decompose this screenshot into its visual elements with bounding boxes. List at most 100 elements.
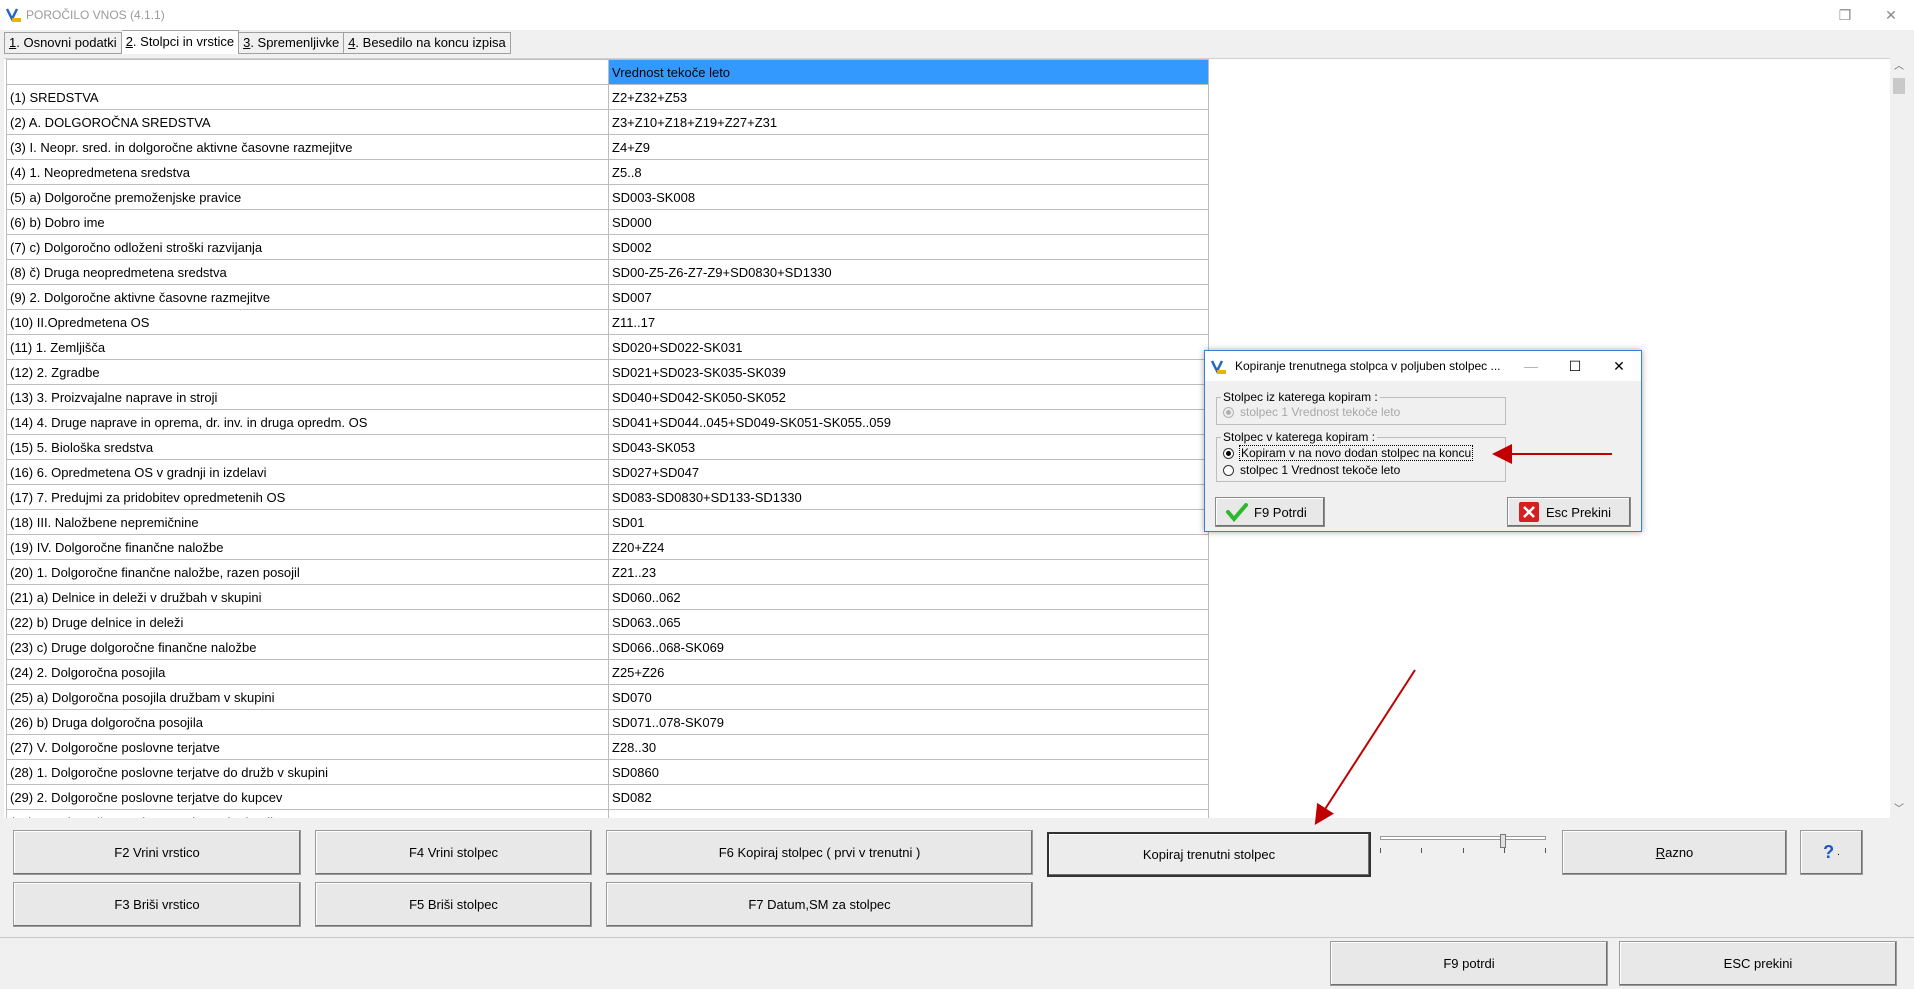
target-option-new-column[interactable]: Kopiram v na novo dodan stolpec na koncu	[1223, 445, 1474, 461]
row-label-cell[interactable]: (13) 3. Proizvajalne naprave in stroji	[6, 384, 609, 410]
formula-cell[interactable]: SD020+SD022-SK031	[608, 334, 1209, 360]
table-row[interactable]: (5) a) Dolgoročne premoženjske pravice SD…	[6, 184, 1209, 210]
table-row[interactable]: (21) a) Delnice in deleži v družbah v sk…	[6, 584, 1209, 610]
table-row[interactable]: (9) 2. Dolgoročne aktivne časovne razmej…	[6, 284, 1209, 310]
table-row[interactable]: (15) 5. Biološka sredstva SD043-SK053	[6, 434, 1209, 460]
row-label-cell[interactable]: (4) 1. Neopredmetena sredstva	[6, 159, 609, 185]
formula-cell[interactable]: SD070	[608, 684, 1209, 710]
row-label-cell[interactable]: (28) 1. Dolgoročne poslovne terjatve do …	[6, 759, 609, 785]
formula-cell[interactable]: SD083-SD0830+SD133-SD1330	[608, 484, 1209, 510]
formula-cell[interactable]: SD00-Z5-Z6-Z7-Z9+SD0830+SD1330	[608, 259, 1209, 285]
formula-cell[interactable]: Z11..17	[608, 309, 1209, 335]
column-header-current-year[interactable]: Vrednost tekoče leto	[608, 59, 1209, 85]
cancel-button[interactable]: ESC prekini	[1619, 941, 1897, 986]
table-row[interactable]: (20) 1. Dolgoročne finančne naložbe, raz…	[6, 559, 1209, 585]
formula-cell[interactable]: Z5..8	[608, 159, 1209, 185]
formula-cell[interactable]: SD007	[608, 284, 1209, 310]
row-label-cell[interactable]: (17) 7. Predujmi za pridobitev opredmete…	[6, 484, 609, 510]
dialog-minimize-button[interactable]: —	[1509, 351, 1553, 381]
row-label-cell[interactable]: (7) c) Dolgoročno odloženi stroški razvi…	[6, 234, 609, 260]
table-row[interactable]: (18) III. Naložbene nepremičnine SD01	[6, 509, 1209, 535]
formula-cell[interactable]: SD063..065	[608, 609, 1209, 635]
formula-cell[interactable]: SD08-SD0860-SD082	[608, 809, 1209, 818]
tab-variables[interactable]: 3. Spremenljivke	[239, 32, 345, 54]
formula-cell[interactable]: SD071..078-SK079	[608, 709, 1209, 735]
row-label-cell[interactable]: (6) b) Dobro ime	[6, 209, 609, 235]
formula-cell[interactable]: Z2+Z32+Z53	[608, 84, 1209, 110]
formula-cell[interactable]: SD003-SK008	[608, 184, 1209, 210]
table-row[interactable]: (16) 6. Opredmetena OS v gradnji in izde…	[6, 459, 1209, 485]
formula-cell[interactable]: SD027+SD047	[608, 459, 1209, 485]
table-row[interactable]: (17) 7. Predujmi za pridobitev opredmete…	[6, 484, 1209, 510]
table-row[interactable]: (10) II.Opredmetena OS Z11..17	[6, 309, 1209, 335]
copy-column-button[interactable]: F6 Kopiraj stolpec ( prvi v trenutni )	[606, 830, 1033, 875]
tab-end-text[interactable]: 4. Besedilo na koncu izpisa	[344, 32, 511, 54]
formula-cell[interactable]: SD082	[608, 784, 1209, 810]
row-label-cell[interactable]: (5) a) Dolgoročne premoženjske pravice	[6, 184, 609, 210]
restore-button[interactable]: ❐	[1822, 0, 1868, 30]
row-label-cell[interactable]: (20) 1. Dolgoročne finančne naložbe, raz…	[6, 559, 609, 585]
formula-cell[interactable]: SD021+SD023-SK035-SK039	[608, 359, 1209, 385]
slider-thumb[interactable]	[1500, 834, 1506, 848]
formula-cell[interactable]: Z20+Z24	[608, 534, 1209, 560]
formula-cell[interactable]: SD000	[608, 209, 1209, 235]
table-row[interactable]: (4) 1. Neopredmetena sredstva Z5..8	[6, 159, 1209, 185]
row-label-cell[interactable]: (3) I. Neopr. sred. in dolgoročne aktivn…	[6, 134, 609, 160]
date-column-button[interactable]: F7 Datum,SM za stolpec	[606, 882, 1033, 927]
table-row[interactable]: (26) b) Druga dolgoročna posojila SD071..…	[6, 709, 1209, 735]
row-label-cell[interactable]: (9) 2. Dolgoročne aktivne časovne razmej…	[6, 284, 609, 310]
formula-cell[interactable]: SD043-SK053	[608, 434, 1209, 460]
tab-basic-data[interactable]: 1. Osnovni podatki	[4, 32, 122, 54]
scroll-thumb[interactable]	[1893, 78, 1905, 94]
dialog-close-button[interactable]: ✕	[1597, 351, 1641, 381]
dialog-cancel-button[interactable]: Esc Prekini	[1507, 497, 1631, 527]
formula-cell[interactable]: SD040+SD042-SK050-SK052	[608, 384, 1209, 410]
row-label-cell[interactable]: (1) SREDSTVA	[6, 84, 609, 110]
table-row[interactable]: (2) A. DOLGOROČNA SREDSTVA Z3+Z10+Z18+Z19…	[6, 109, 1209, 135]
table-row[interactable]: (25) a) Dolgoročna posojila družbam v sk…	[6, 684, 1209, 710]
confirm-button[interactable]: F9 potrdi	[1330, 941, 1608, 986]
scroll-down-icon[interactable]: ﹀	[1890, 801, 1908, 818]
insert-row-button[interactable]: F2 Vrini vrstico	[13, 830, 301, 875]
close-button[interactable]: ✕	[1868, 0, 1914, 30]
table-row[interactable]: (11) 1. Zemljišča SD020+SD022-SK031	[6, 334, 1209, 360]
formula-cell[interactable]: SD060..062	[608, 584, 1209, 610]
table-row[interactable]: (23) c) Druge dolgoročne finančne naložb…	[6, 634, 1209, 660]
formula-cell[interactable]: Z25+Z26	[608, 659, 1209, 685]
row-label-cell[interactable]: (14) 4. Druge naprave in oprema, dr. inv…	[6, 409, 609, 435]
table-row[interactable]: (7) c) Dolgoročno odloženi stroški razvi…	[6, 234, 1209, 260]
row-label-cell[interactable]: (19) IV. Dolgoročne finančne naložbe	[6, 534, 609, 560]
delete-column-button[interactable]: F5 Briši stolpec	[315, 882, 592, 927]
row-label-cell[interactable]: (18) III. Naložbene nepremičnine	[6, 509, 609, 535]
row-label-cell[interactable]: (26) b) Druga dolgoročna posojila	[6, 709, 609, 735]
table-row[interactable]: (22) b) Druge delnice in deleži SD063..06…	[6, 609, 1209, 635]
misc-button[interactable]: Razno	[1562, 830, 1787, 875]
row-label-cell[interactable]: (16) 6. Opredmetena OS v gradnji in izde…	[6, 459, 609, 485]
row-label-cell[interactable]: (10) II.Opredmetena OS	[6, 309, 609, 335]
table-row[interactable]: (6) b) Dobro ime SD000	[6, 209, 1209, 235]
row-label-cell[interactable]: (29) 2. Dolgoročne poslovne terjatve do …	[6, 784, 609, 810]
table-row[interactable]: (29) 2. Dolgoročne poslovne terjatve do …	[6, 784, 1209, 810]
tab-columns-rows[interactable]: 2. Stolpci in vrstice	[121, 30, 240, 54]
row-label-cell[interactable]: (30) 3. Dolgoročne poslovne terjatve do …	[6, 809, 609, 818]
row-label-cell[interactable]: (21) a) Delnice in deleži v družbah v sk…	[6, 584, 609, 610]
formula-cell[interactable]: SD0860	[608, 759, 1209, 785]
zoom-slider[interactable]	[1376, 834, 1550, 856]
table-row[interactable]: (14) 4. Druge naprave in oprema, dr. inv…	[6, 409, 1209, 435]
target-radio-col1[interactable]	[1223, 464, 1234, 476]
target-radio-new[interactable]	[1223, 447, 1234, 459]
scroll-up-icon[interactable]: ︿	[1890, 58, 1908, 75]
dialog-confirm-button[interactable]: F9 Potrdi	[1215, 497, 1325, 527]
formula-cell[interactable]: Z3+Z10+Z18+Z19+Z27+Z31	[608, 109, 1209, 135]
row-label-cell[interactable]: (23) c) Druge dolgoročne finančne naložb…	[6, 634, 609, 660]
row-label-cell[interactable]: (11) 1. Zemljišča	[6, 334, 609, 360]
formula-cell[interactable]: SD002	[608, 234, 1209, 260]
formula-cell[interactable]: SD066..068-SK069	[608, 634, 1209, 660]
vertical-scrollbar[interactable]: ︿ ﹀	[1890, 58, 1908, 818]
table-row[interactable]: (8) č) Druga neopredmetena sredstva SD00-…	[6, 259, 1209, 285]
formula-cell[interactable]: Z4+Z9	[608, 134, 1209, 160]
formula-cell[interactable]: Z28..30	[608, 734, 1209, 760]
table-row[interactable]: (19) IV. Dolgoročne finančne naložbe Z20+…	[6, 534, 1209, 560]
row-label-cell[interactable]: (8) č) Druga neopredmetena sredstva	[6, 259, 609, 285]
table-row[interactable]: (27) V. Dolgoročne poslovne terjatve Z28.…	[6, 734, 1209, 760]
